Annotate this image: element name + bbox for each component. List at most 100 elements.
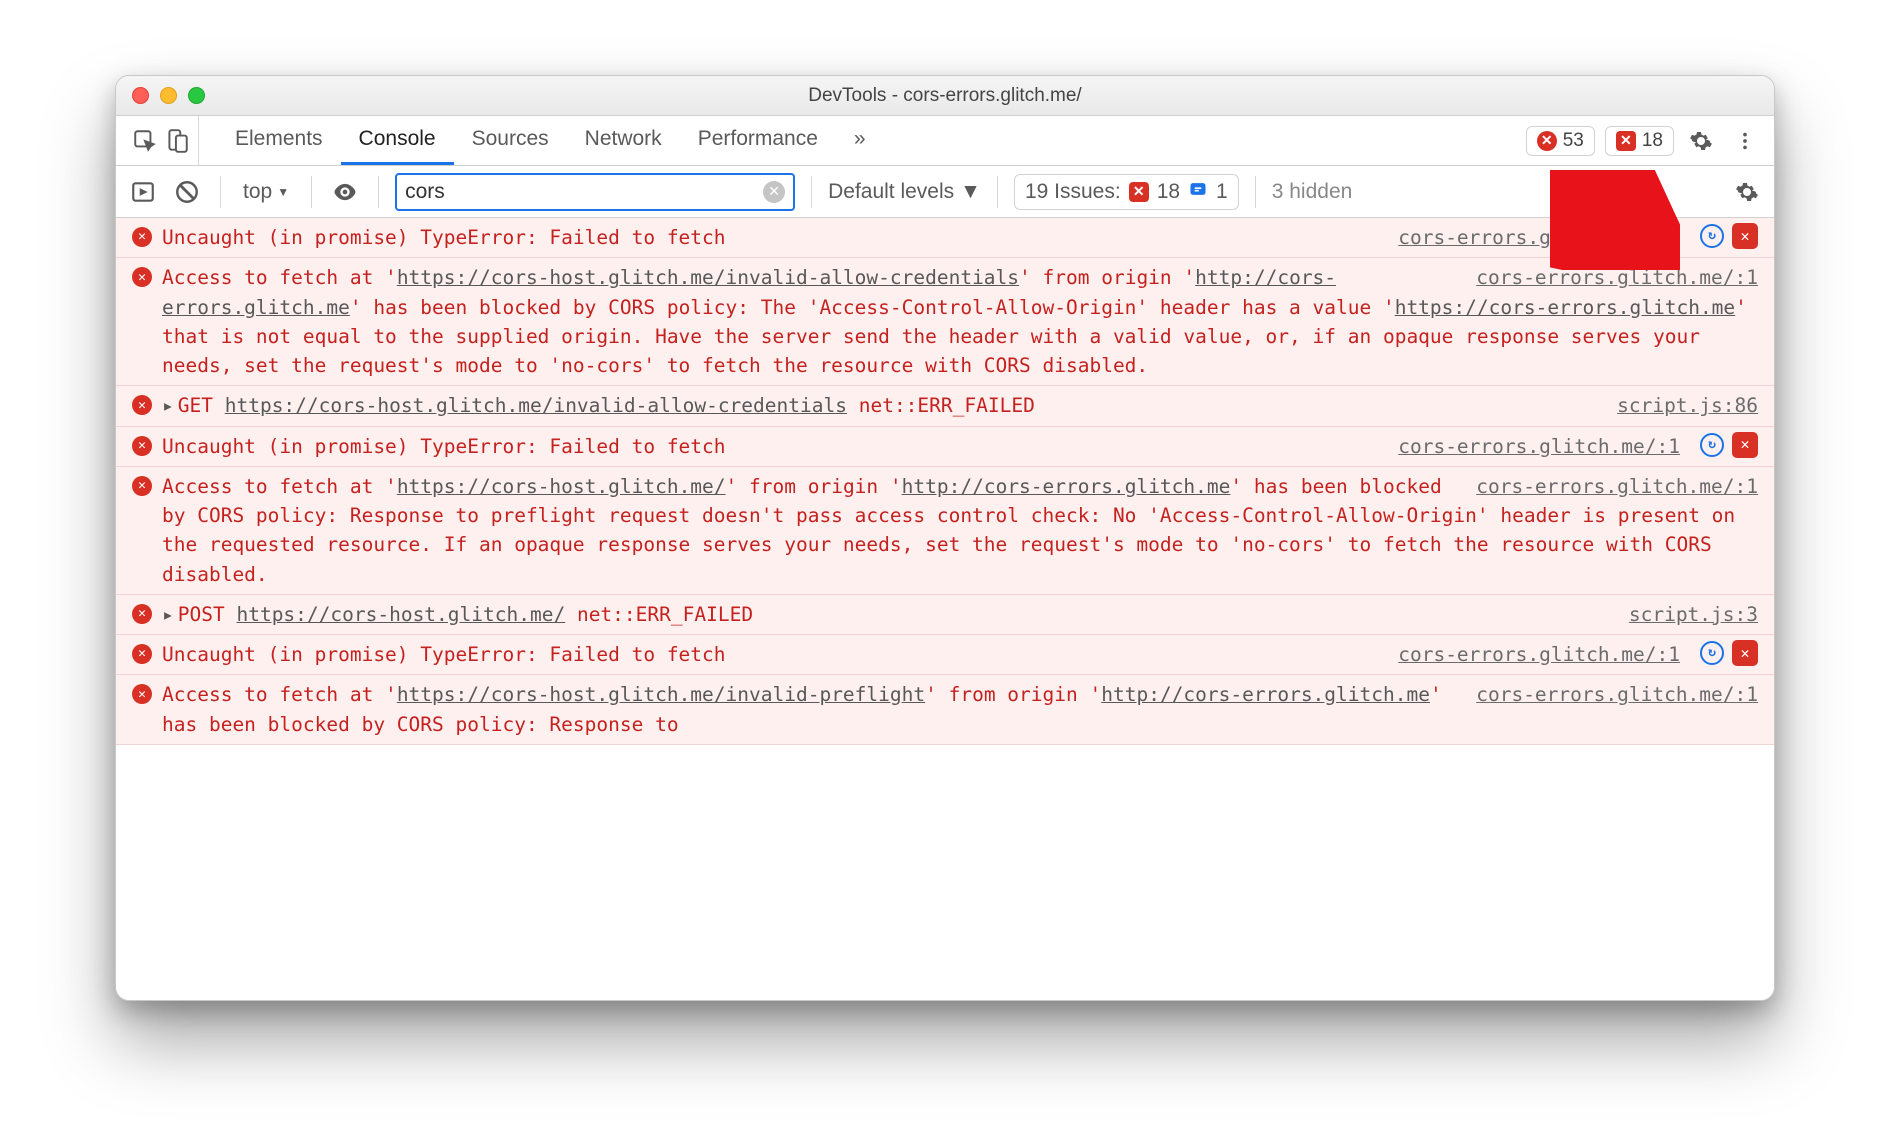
- divider: [997, 176, 998, 208]
- hidden-label: 3 hidden: [1272, 180, 1353, 204]
- source-link[interactable]: script.js:86: [1617, 391, 1758, 420]
- console-error-row[interactable]: ✕ cors-errors.glitch.me/:1 Access to fet…: [116, 467, 1774, 595]
- issue-link-icon[interactable]: ✕: [1732, 640, 1758, 666]
- console-message: Uncaught (in promise) TypeError: Failed …: [162, 432, 1368, 461]
- info-icon: [1188, 179, 1208, 205]
- tab-console[interactable]: Console: [341, 116, 454, 165]
- replay-xhr-icon[interactable]: ↻: [1700, 433, 1724, 457]
- context-label: top: [243, 180, 272, 204]
- device-toggle-icon[interactable]: [164, 128, 190, 154]
- clear-console-button[interactable]: [170, 175, 204, 209]
- chevron-down-icon: ▼: [960, 180, 981, 204]
- error-count-badge[interactable]: ✕ 53: [1526, 126, 1595, 156]
- tab-label: Performance: [698, 127, 818, 151]
- error-icon: ✕: [132, 476, 152, 496]
- zoom-window-button[interactable]: [188, 87, 205, 104]
- divider: [1255, 176, 1256, 208]
- divider: [811, 176, 812, 208]
- issues-pill[interactable]: 19 Issues: ✕ 18 1: [1014, 174, 1239, 210]
- source-link[interactable]: script.js:3: [1629, 600, 1758, 629]
- tab-sources[interactable]: Sources: [454, 116, 567, 165]
- console-error-row[interactable]: ✕ cors-errors.glitch.me/:1 Access to fet…: [116, 675, 1774, 745]
- replay-xhr-icon[interactable]: ↻: [1700, 641, 1724, 665]
- console-error-row[interactable]: ✕ Uncaught (in promise) TypeError: Faile…: [116, 635, 1774, 675]
- toggle-sidebar-button[interactable]: [126, 175, 160, 209]
- context-select[interactable]: top ▼: [237, 180, 295, 204]
- error-icon: ✕: [1537, 131, 1557, 151]
- more-menu-button[interactable]: [1728, 124, 1762, 158]
- issue-count-badge[interactable]: ✕ 18: [1605, 126, 1674, 156]
- console-message: Uncaught (in promise) TypeError: Failed …: [162, 640, 1368, 669]
- error-icon: ✕: [132, 684, 152, 704]
- close-window-button[interactable]: [132, 87, 149, 104]
- devtools-tabs-bar: Elements Console Sources Network Perform…: [116, 116, 1774, 166]
- chevron-down-icon: ▼: [277, 185, 289, 199]
- error-icon: ✕: [132, 395, 152, 415]
- error-icon: ✕: [132, 227, 152, 247]
- source-link[interactable]: cors-errors.glitch.me/:1: [1476, 680, 1758, 709]
- console-message: Uncaught (in promise) TypeError: Failed …: [162, 223, 1368, 252]
- console-message: ▸POST https://cors-host.glitch.me/ net::…: [162, 600, 1599, 629]
- issues-error-count: 18: [1157, 180, 1180, 204]
- source-link[interactable]: cors-errors.glitch.me/:1: [1398, 640, 1680, 669]
- error-icon: ✕: [132, 436, 152, 456]
- source-link[interactable]: cors-errors.glitch.me/:1: [1398, 432, 1680, 461]
- issue-link-icon[interactable]: ✕: [1732, 432, 1758, 458]
- traffic-lights: [132, 87, 205, 104]
- error-icon: ✕: [132, 267, 152, 287]
- console-message: ▸GET https://cors-host.glitch.me/invalid…: [162, 391, 1587, 420]
- console-settings-button[interactable]: [1730, 175, 1764, 209]
- issue-icon: ✕: [1129, 182, 1149, 202]
- overflow-label: »: [854, 127, 866, 151]
- error-icon: ✕: [132, 604, 152, 624]
- filter-input[interactable]: [405, 180, 763, 204]
- issues-info-count: 1: [1216, 180, 1228, 204]
- log-level-label: Default levels: [828, 180, 954, 204]
- expand-caret-icon[interactable]: ▸: [162, 603, 174, 626]
- divider: [378, 176, 379, 208]
- log-level-select[interactable]: Default levels ▼: [828, 180, 981, 204]
- live-expression-button[interactable]: [328, 175, 362, 209]
- tab-label: Network: [585, 127, 662, 151]
- issue-icon: ✕: [1616, 131, 1636, 151]
- console-error-row[interactable]: ✕ ▸POST https://cors-host.glitch.me/ net…: [116, 595, 1774, 635]
- filter-input-wrapper[interactable]: ✕: [395, 173, 795, 211]
- replay-xhr-icon[interactable]: ↻: [1700, 224, 1724, 248]
- window-title: DevTools - cors-errors.glitch.me/: [116, 85, 1774, 107]
- source-link[interactable]: cors-errors.glitch.me/:1: [1476, 263, 1758, 292]
- tab-label: Console: [359, 127, 436, 151]
- console-error-row[interactable]: ✕ ▸GET https://cors-host.glitch.me/inval…: [116, 386, 1774, 426]
- settings-button[interactable]: [1684, 124, 1718, 158]
- clear-filter-button[interactable]: ✕: [763, 181, 785, 203]
- issue-link-icon[interactable]: ✕: [1732, 223, 1758, 249]
- hidden-messages[interactable]: 3 hidden: [1272, 180, 1353, 204]
- console-toolbar: top ▼ ✕ Default levels ▼ 19 Issues: ✕ 18…: [116, 166, 1774, 218]
- console-error-row[interactable]: ✕ cors-errors.glitch.me/:1 Access to fet…: [116, 258, 1774, 386]
- error-count: 53: [1563, 130, 1584, 152]
- error-icon: ✕: [132, 644, 152, 664]
- source-link[interactable]: cors-errors.glitch.me/:1: [1476, 472, 1758, 501]
- tab-network[interactable]: Network: [567, 116, 680, 165]
- tab-overflow[interactable]: »: [836, 116, 884, 165]
- console-error-row[interactable]: ✕ Uncaught (in promise) TypeError: Faile…: [116, 218, 1774, 258]
- console-body: ✕ Uncaught (in promise) TypeError: Faile…: [116, 218, 1774, 1000]
- window-titlebar: DevTools - cors-errors.glitch.me/: [116, 76, 1774, 116]
- expand-caret-icon[interactable]: ▸: [162, 394, 174, 417]
- source-link[interactable]: cors-errors.glitch.me/:1: [1398, 223, 1680, 252]
- console-message: cors-errors.glitch.me/:1 Access to fetch…: [162, 472, 1758, 589]
- console-message: cors-errors.glitch.me/:1 Access to fetch…: [162, 680, 1758, 739]
- issue-count: 18: [1642, 130, 1663, 152]
- tab-elements[interactable]: Elements: [217, 116, 341, 165]
- divider: [311, 176, 312, 208]
- console-error-row[interactable]: ✕ Uncaught (in promise) TypeError: Faile…: [116, 427, 1774, 467]
- console-message: cors-errors.glitch.me/:1 Access to fetch…: [162, 263, 1758, 380]
- inspect-element-icon[interactable]: [132, 128, 158, 154]
- tab-performance[interactable]: Performance: [680, 116, 836, 165]
- tab-label: Sources: [472, 127, 549, 151]
- tab-label: Elements: [235, 127, 323, 151]
- panel-tabs: Elements Console Sources Network Perform…: [217, 116, 884, 165]
- issues-label: 19 Issues:: [1025, 180, 1121, 204]
- divider: [220, 176, 221, 208]
- minimize-window-button[interactable]: [160, 87, 177, 104]
- devtools-window: DevTools - cors-errors.glitch.me/ Elemen…: [115, 75, 1775, 1001]
